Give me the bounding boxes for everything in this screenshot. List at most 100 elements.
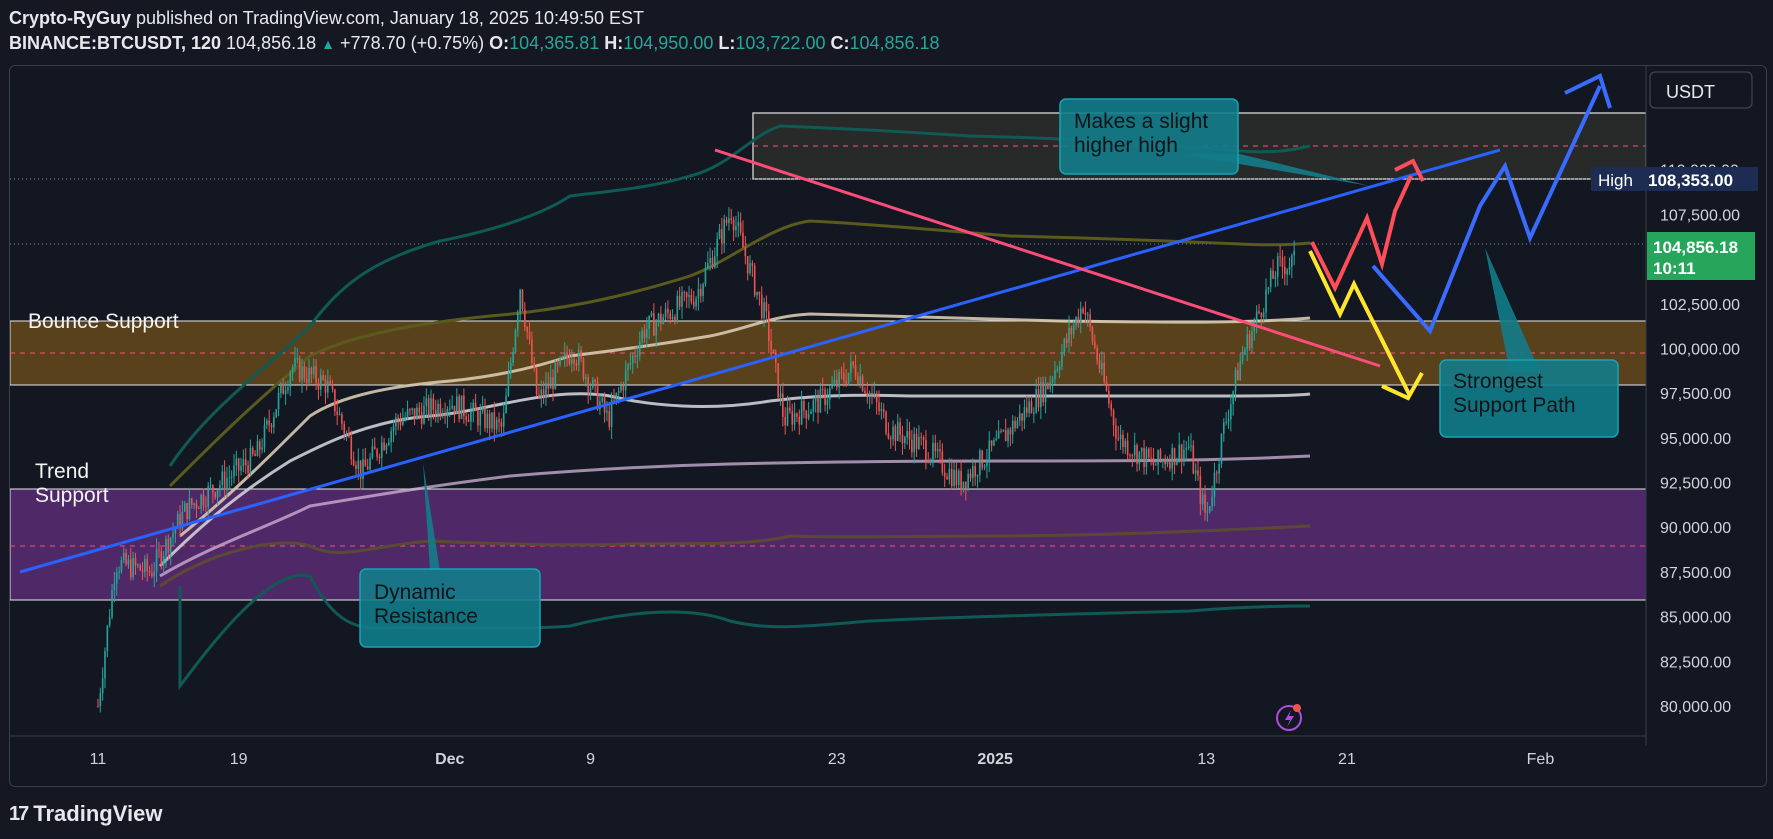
- candle-body: [388, 442, 390, 445]
- currency-selector[interactable]: USDT: [1649, 71, 1753, 109]
- candle-body: [183, 503, 186, 512]
- candle-body: [983, 466, 986, 468]
- author-name[interactable]: Crypto-RyGuy: [9, 8, 131, 28]
- candle: [1169, 454, 1171, 472]
- candle: [812, 397, 815, 422]
- candle-body: [1227, 419, 1230, 422]
- alert-icon[interactable]: [1276, 704, 1302, 731]
- candle-body: [1131, 455, 1134, 457]
- candle-body: [474, 402, 477, 412]
- candle-body: [868, 393, 871, 398]
- candle: [233, 454, 235, 484]
- candle-body: [1180, 444, 1183, 462]
- tradingview-logo[interactable]: 17 TradingView: [9, 800, 162, 828]
- candle-body: [477, 411, 479, 426]
- candle: [667, 300, 669, 320]
- candle: [481, 395, 484, 414]
- candle: [760, 286, 763, 321]
- candle-body: [1124, 440, 1127, 448]
- candle-body: [200, 494, 202, 509]
- candle: [434, 399, 437, 423]
- candle-body: [167, 538, 170, 553]
- y-tick-label: 97,500.00: [1660, 386, 1731, 403]
- y-tick-label: 90,000.00: [1660, 520, 1731, 537]
- candle-body: [1269, 270, 1272, 288]
- candle-body: [1014, 420, 1016, 428]
- candle-body: [242, 459, 245, 466]
- candle-body: [343, 423, 346, 434]
- candle-body: [287, 387, 289, 391]
- candle: [814, 389, 817, 413]
- candle-body: [502, 413, 505, 427]
- price-chart[interactable]: Makes a slight higher high Dynamic Resis…: [10, 66, 1766, 786]
- candle: [1016, 416, 1019, 429]
- candle-body: [371, 446, 374, 458]
- high-tag-label: High: [1598, 171, 1633, 190]
- candle-body: [641, 330, 643, 342]
- candle-body: [725, 219, 728, 224]
- candle-body: [976, 475, 979, 477]
- candle: [242, 449, 245, 473]
- candle: [406, 400, 409, 420]
- x-tick-label: 11: [90, 751, 107, 768]
- candle-body: [1244, 349, 1246, 355]
- candle: [1218, 458, 1220, 484]
- x-tick-label: 2025: [977, 751, 1013, 768]
- candle-body: [153, 571, 156, 577]
- candle-body: [585, 377, 587, 380]
- candle: [1117, 426, 1120, 442]
- candle: [599, 393, 601, 415]
- candle: [535, 367, 538, 397]
- candle-body: [465, 416, 468, 420]
- symbol-label[interactable]: BINANCE:BTCUSDT, 120: [9, 33, 221, 53]
- candle-body: [151, 572, 153, 577]
- candle-body: [653, 313, 655, 336]
- candle-body: [1072, 325, 1075, 334]
- chart-frame[interactable]: Makes a slight higher high Dynamic Resis…: [9, 65, 1767, 787]
- time-axis[interactable]: 11 19 Dec 9 23 2025 13 21 Feb: [90, 751, 1555, 768]
- candle: [711, 250, 714, 270]
- candle-body: [122, 552, 125, 561]
- candle-body: [927, 460, 930, 462]
- candle-body: [472, 402, 475, 412]
- candle-body: [1011, 420, 1014, 435]
- candle-body: [364, 459, 367, 467]
- candle: [1007, 427, 1009, 448]
- candle: [925, 430, 927, 470]
- candle: [364, 447, 367, 467]
- candle-body: [1021, 413, 1023, 421]
- candle-body: [646, 328, 648, 338]
- candle-body: [1176, 458, 1178, 465]
- candle-body: [207, 486, 209, 507]
- candle: [101, 667, 104, 701]
- candle: [1281, 249, 1284, 279]
- candle-body: [488, 413, 491, 429]
- candle-body: [1119, 434, 1122, 440]
- candle: [366, 458, 369, 471]
- candle: [521, 289, 524, 312]
- candle-body: [1049, 381, 1052, 390]
- candle: [1023, 399, 1026, 430]
- candle-body: [974, 465, 976, 477]
- candle-body: [1183, 449, 1185, 462]
- candle: [950, 458, 953, 490]
- candle-body: [509, 362, 512, 375]
- candle: [608, 401, 611, 431]
- candle-body: [997, 430, 1000, 439]
- candle-body: [735, 226, 737, 231]
- candle: [1133, 432, 1136, 463]
- candle: [1223, 418, 1225, 442]
- candle-body: [289, 373, 292, 388]
- candle: [1274, 271, 1277, 288]
- candle: [1030, 395, 1033, 414]
- candle-body: [866, 392, 869, 398]
- candle-body: [709, 257, 711, 264]
- candle-body: [1169, 462, 1171, 469]
- candle-body: [1016, 420, 1019, 428]
- candle: [990, 440, 993, 452]
- candle-body: [1234, 370, 1237, 392]
- dynamic-line2: Resistance: [374, 605, 478, 628]
- candle-body: [1225, 421, 1227, 423]
- candle-body: [244, 459, 247, 466]
- candle-body: [195, 503, 198, 509]
